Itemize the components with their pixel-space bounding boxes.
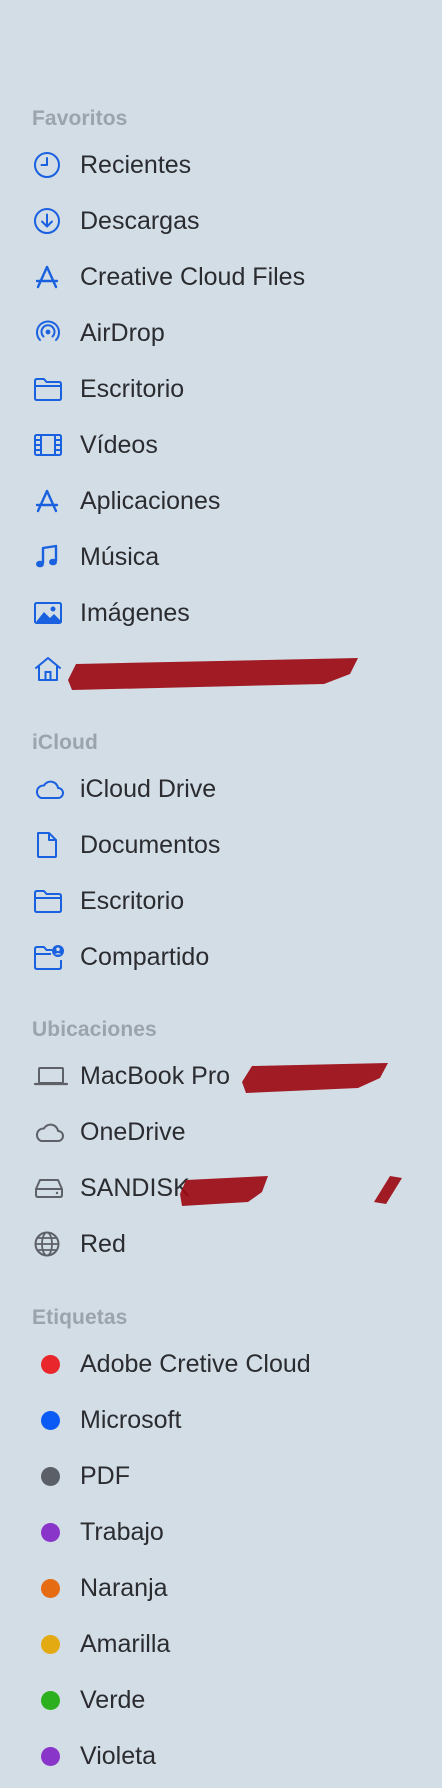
tag-color-dot-icon [33, 1570, 69, 1606]
sidebar-item-escritorio[interactable]: Escritorio [0, 361, 442, 417]
sidebar-item-tag[interactable]: Trabajo [0, 1504, 442, 1560]
redaction-mark [242, 1063, 388, 1093]
tag-color-dot-icon [33, 1458, 69, 1494]
home-icon [33, 651, 69, 687]
sidebar-item-escritorio-icloud[interactable]: Escritorio [0, 873, 442, 929]
sidebar-item-label: SANDISK [80, 1174, 190, 1202]
tag-color-dot [41, 1522, 60, 1542]
sidebar-item-label: Microsoft [80, 1406, 182, 1434]
sidebar-item-label: Verde [80, 1686, 146, 1714]
section-title-favorites: Favoritos [32, 107, 128, 130]
sidebar-item-icloud-drive[interactable]: iCloud Drive [0, 761, 442, 817]
sidebar-item-aplicaciones[interactable]: Aplicaciones [0, 473, 442, 529]
sidebar-item-airdrop[interactable]: AirDrop [0, 305, 442, 361]
sidebar-item-tag[interactable]: PDF [0, 1448, 442, 1504]
cloud-icon [33, 771, 69, 807]
film-icon [33, 427, 69, 463]
sidebar-item-tag[interactable]: Adobe Cretive Cloud [0, 1336, 442, 1392]
sidebar-item-musica[interactable]: Música [0, 529, 442, 585]
sidebar-item-label: Música [80, 543, 160, 571]
globe-icon [33, 1226, 69, 1262]
external-drive-icon [33, 1170, 69, 1206]
creative-cloud-icon [33, 259, 69, 295]
sidebar-item-red[interactable]: Red [0, 1216, 442, 1272]
sidebar-item-compartido[interactable]: Compartido [0, 929, 442, 985]
sidebar-item-label: Compartido [80, 943, 210, 971]
airdrop-icon [33, 315, 69, 351]
tag-color-dot [41, 1466, 60, 1486]
sidebar-item-creative-cloud-files[interactable]: Creative Cloud Files [0, 249, 442, 305]
sidebar-item-label: Descargas [80, 207, 200, 235]
sidebar-item-label: AirDrop [80, 319, 165, 347]
sidebar-item-label: PDF [80, 1462, 130, 1490]
sidebar-item-label: OneDrive [80, 1118, 186, 1146]
sidebar-item-descargas[interactable]: Descargas [0, 193, 442, 249]
sidebar-item-tag[interactable]: Microsoft [0, 1392, 442, 1448]
download-icon [33, 203, 69, 239]
shared-folder-icon [33, 939, 69, 975]
laptop-icon [33, 1058, 69, 1094]
music-note-icon [33, 539, 69, 575]
cloud-icon [33, 1114, 69, 1150]
tag-color-dot [41, 1746, 60, 1766]
sidebar-item-label: Aplicaciones [80, 487, 221, 515]
sidebar-item-label: Documentos [80, 831, 221, 859]
sidebar-item-label: Imágenes [80, 599, 190, 627]
sidebar-item-tag[interactable]: Amarilla [0, 1616, 442, 1672]
tag-color-dot [41, 1578, 60, 1598]
tag-color-dot-icon [33, 1346, 69, 1382]
photo-icon [33, 595, 69, 631]
sidebar-item-imagenes[interactable]: Imágenes [0, 585, 442, 641]
document-icon [33, 827, 69, 863]
sidebar-item-documentos[interactable]: Documentos [0, 817, 442, 873]
folder-icon [33, 371, 69, 407]
sidebar-item-label: Violeta [80, 1742, 156, 1770]
sidebar-item-label: Creative Cloud Files [80, 263, 306, 291]
clock-icon [33, 147, 69, 183]
sidebar-item-label: Naranja [80, 1574, 168, 1602]
tag-color-dot [41, 1690, 60, 1710]
tag-color-dot-icon [33, 1626, 69, 1662]
sidebar-item-label: Amarilla [80, 1630, 171, 1658]
sidebar-item-tag[interactable]: Naranja [0, 1560, 442, 1616]
finder-sidebar: Favoritos Recientes Descargas Creative C… [0, 0, 442, 1788]
sidebar-item-videos[interactable]: Vídeos [0, 417, 442, 473]
sidebar-item-tag[interactable]: Verde [0, 1672, 442, 1728]
tag-color-dot [41, 1410, 60, 1430]
tag-color-dot-icon [33, 1738, 69, 1774]
sidebar-item-label: Red [80, 1230, 126, 1258]
sidebar-item-recientes[interactable]: Recientes [0, 137, 442, 193]
section-title-icloud: iCloud [32, 731, 98, 754]
folder-icon [33, 883, 69, 919]
tag-color-dot-icon [33, 1682, 69, 1718]
tag-color-dot [41, 1634, 60, 1654]
sidebar-item-label: Trabajo [80, 1518, 164, 1546]
sidebar-item-label: Adobe Cretive Cloud [80, 1350, 311, 1378]
sidebar-item-label: Vídeos [80, 431, 158, 459]
applications-icon [33, 483, 69, 519]
sidebar-item-label: Recientes [80, 151, 192, 179]
sidebar-item-tag[interactable]: Violeta [0, 1728, 442, 1784]
sidebar-item-label: Escritorio [80, 375, 185, 403]
redaction-mark [68, 658, 358, 690]
sidebar-item-label: iCloud Drive [80, 775, 217, 803]
sidebar-item-label: Escritorio [80, 887, 185, 915]
tag-color-dot-icon [33, 1402, 69, 1438]
tag-color-dot-icon [33, 1514, 69, 1550]
sidebar-item-onedrive[interactable]: OneDrive [0, 1104, 442, 1160]
redaction-mark [374, 1176, 402, 1204]
section-title-tags: Etiquetas [32, 1306, 128, 1329]
sidebar-item-label: MacBook Pro [80, 1062, 231, 1090]
section-title-locations: Ubicaciones [32, 1018, 157, 1041]
tag-color-dot [41, 1354, 60, 1374]
redaction-mark [180, 1176, 268, 1206]
